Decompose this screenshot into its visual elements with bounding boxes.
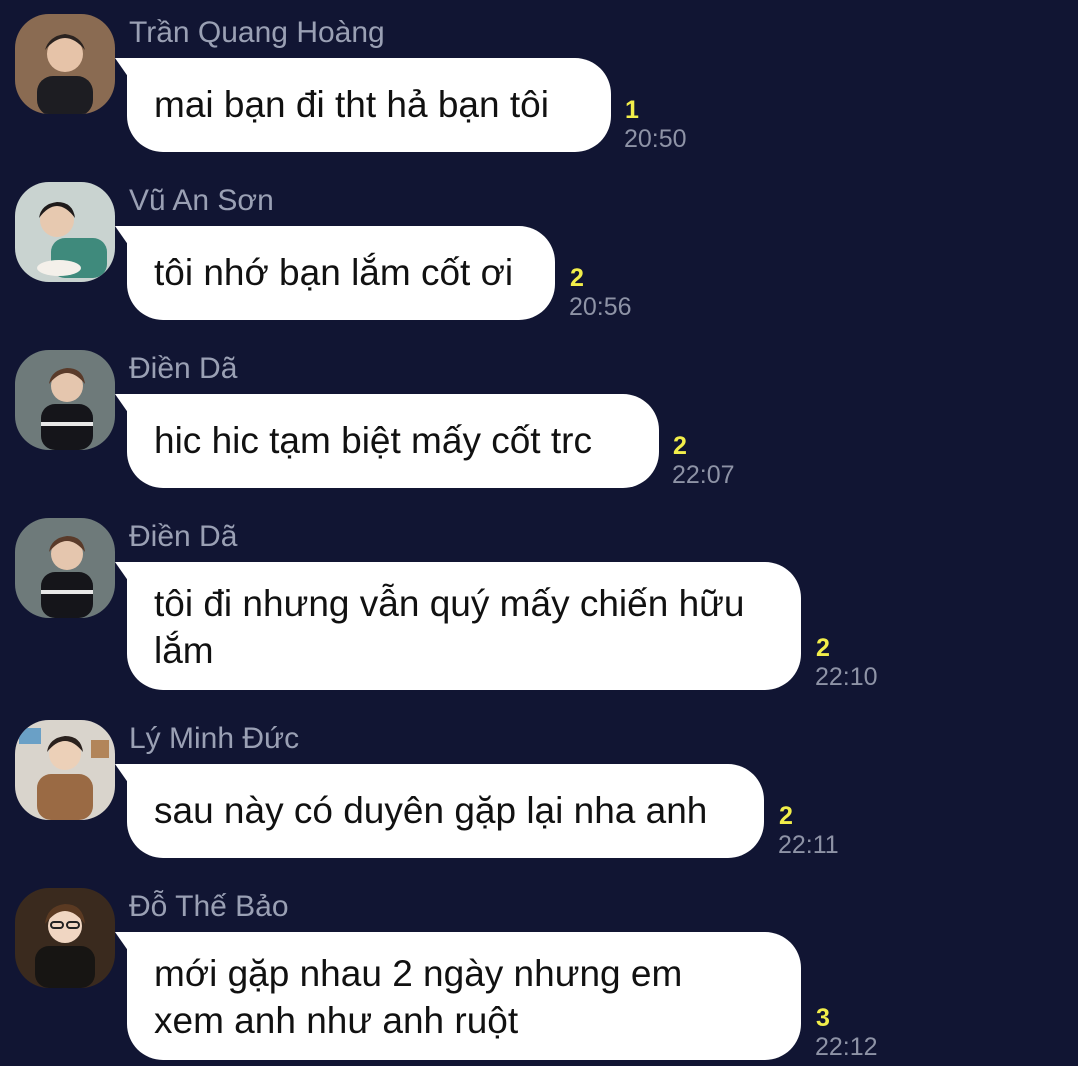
unread-count: 3 [816, 1004, 830, 1032]
user-avatar-icon[interactable] [15, 350, 115, 450]
message-text: tôi đi nhưng vẫn quý mấy chiến hữu lắm [154, 583, 745, 671]
bubble-tail [115, 226, 129, 246]
sender-name: Trần Quang Hoàng [129, 16, 385, 49]
sender-name: Lý Minh Đức [129, 722, 300, 755]
message-text: tôi nhớ bạn lắm cốt ơi [154, 252, 514, 293]
message-text: mai bạn đi tht hả bạn tôi [154, 84, 549, 125]
message-time: 20:50 [624, 125, 687, 153]
unread-count: 1 [625, 96, 639, 124]
unread-count: 2 [779, 802, 793, 830]
user-avatar-icon[interactable] [15, 518, 115, 618]
user-avatar-icon[interactable] [15, 888, 115, 988]
bubble-tail [115, 932, 129, 952]
unread-count: 2 [673, 432, 687, 460]
sender-name: Điền Dã [129, 352, 238, 385]
message-bubble[interactable]: mai bạn đi tht hả bạn tôi [115, 58, 611, 152]
bubble-tail [115, 764, 129, 784]
unread-count: 2 [816, 634, 830, 662]
bubble-tail [115, 562, 129, 582]
message-bubble[interactable]: hic hic tạm biệt mấy cốt trc [115, 394, 659, 488]
unread-count: 2 [570, 264, 584, 292]
message-time: 22:10 [815, 663, 878, 691]
user-avatar-icon[interactable] [15, 720, 115, 820]
sender-name: Điền Dã [129, 520, 238, 553]
message-text: sau này có duyên gặp lại nha anh [154, 790, 708, 831]
bubble-tail [115, 394, 129, 414]
message-text: hic hic tạm biệt mấy cốt trc [154, 420, 592, 461]
sender-name: Vũ An Sơn [129, 184, 274, 217]
message-time: 22:12 [815, 1033, 878, 1061]
message-time: 22:11 [778, 831, 839, 859]
message-bubble[interactable]: mới gặp nhau 2 ngày nhưng em xem anh như… [115, 932, 801, 1060]
user-avatar-icon[interactable] [15, 182, 115, 282]
message-bubble[interactable]: tôi nhớ bạn lắm cốt ơi [115, 226, 555, 320]
message-bubble[interactable]: tôi đi nhưng vẫn quý mấy chiến hữu lắm [115, 562, 801, 690]
user-avatar-icon[interactable] [15, 14, 115, 114]
message-time: 20:56 [569, 293, 632, 321]
message-time: 22:07 [672, 461, 735, 489]
message-bubble[interactable]: sau này có duyên gặp lại nha anh [115, 764, 764, 858]
sender-name: Đỗ Thế Bảo [129, 890, 289, 923]
bubble-tail [115, 58, 129, 78]
message-text: mới gặp nhau 2 ngày nhưng em xem anh như… [154, 953, 683, 1041]
